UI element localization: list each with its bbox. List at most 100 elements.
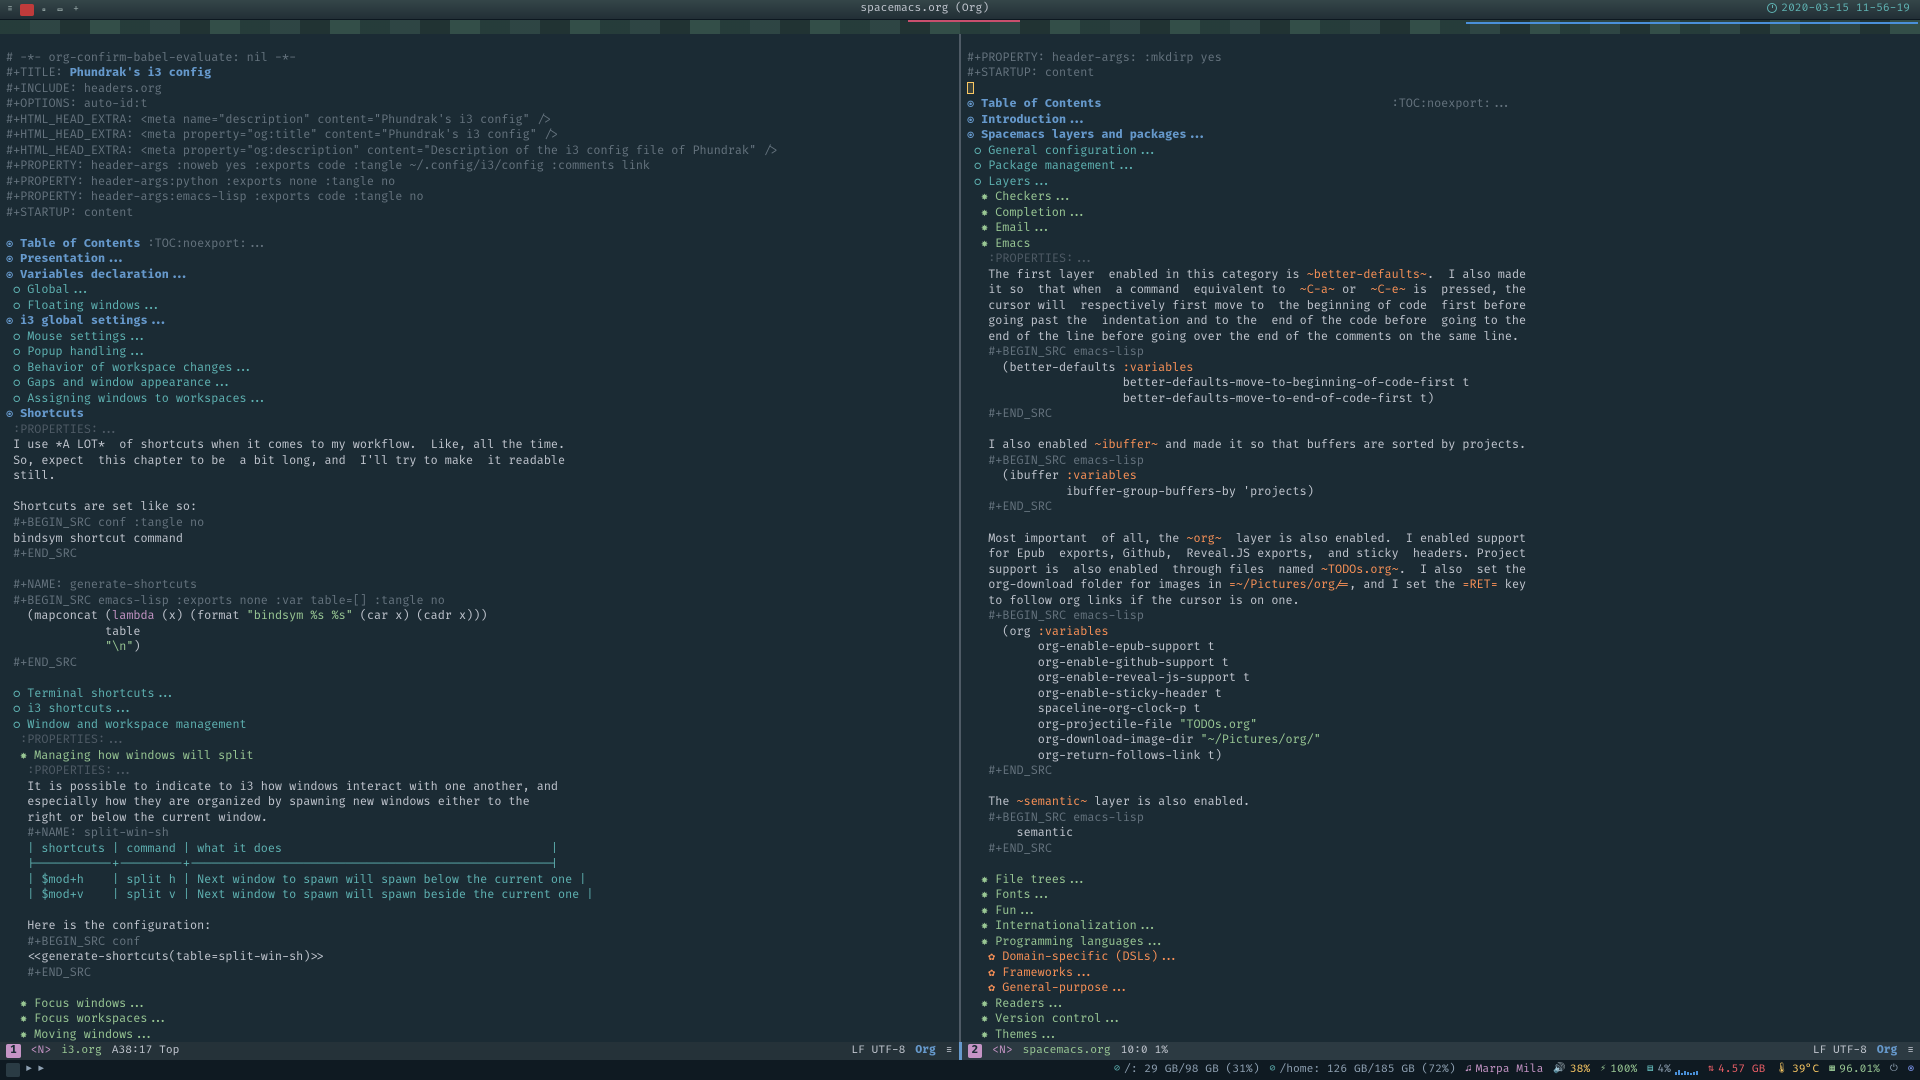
heading-focus-windows[interactable]: Focus windows... — [34, 996, 147, 1011]
new-tab-button[interactable]: + — [70, 4, 82, 16]
disk-icon: ⊘ — [1269, 1063, 1275, 1077]
heading-dsls[interactable]: Domain-specific (DSLs)... — [1002, 949, 1179, 964]
body-text: I use *A LOT* of shortcuts when it comes… — [13, 437, 565, 452]
bullet-icon: ○ — [13, 375, 27, 390]
temperature: 🌡39°C — [1775, 1063, 1819, 1078]
heading-floating[interactable]: Floating windows... — [27, 298, 161, 313]
heading-checkers[interactable]: Checkers... — [995, 189, 1073, 204]
src-line: org-enable-github-support t — [988, 655, 1229, 670]
close-button[interactable] — [20, 4, 34, 16]
bullet-icon: ○ — [13, 701, 27, 716]
heading-fonts[interactable]: Fonts... — [995, 887, 1052, 902]
heading-toc[interactable]: Table of Contents — [981, 96, 1101, 111]
string-literal: "bindsym %s %s" — [247, 608, 353, 623]
heading-emacs[interactable]: Emacs — [995, 236, 1030, 251]
heading-frameworks[interactable]: Frameworks... — [1002, 965, 1094, 980]
disk-icon: ⊘ — [1114, 1063, 1120, 1077]
src-begin: #+BEGIN_SRC emacs-lisp — [988, 608, 1144, 623]
org-html-extra: #+HTML_HEAD_EXTRA: <meta property="og:ti… — [6, 127, 558, 142]
evil-state: <N> — [992, 1044, 1012, 1059]
heading-terminal-shortcuts[interactable]: Terminal shortcuts... — [27, 686, 176, 701]
heading-gaps[interactable]: Gaps and window appearance... — [27, 375, 232, 390]
maximize-button[interactable]: ▭ — [54, 4, 66, 16]
heading-assigning[interactable]: Assigning windows to workspaces... — [27, 391, 268, 406]
heading-completion[interactable]: Completion... — [995, 205, 1087, 220]
properties-drawer[interactable]: :PROPERTIES:... — [13, 422, 119, 437]
heading-moving-windows[interactable]: Moving windows... — [34, 1027, 154, 1042]
power-icon[interactable]: ⏻ — [1890, 1063, 1898, 1077]
kw-variables: :variables — [1123, 360, 1194, 375]
chevron-right-icon[interactable]: ▶ — [38, 1063, 44, 1077]
now-playing[interactable]: ♫Marpa Mila — [1466, 1063, 1544, 1078]
heading-shortcuts[interactable]: Shortcuts — [20, 406, 84, 421]
heading-toc[interactable]: Table of Contents — [20, 236, 140, 251]
heading-intro[interactable]: Introduction... — [981, 112, 1087, 127]
heading-pkg-mgmt[interactable]: Package management... — [988, 158, 1137, 173]
src-line: better-defaults-move-to-beginning-of-cod… — [988, 375, 1469, 390]
code-inline: =RET= — [1462, 577, 1497, 592]
heading-general-config[interactable]: General configuration... — [988, 143, 1158, 158]
bullet-icon: ○ — [974, 158, 988, 173]
modeline-row: 1 <N> i3.org A38:17 Top LF UTF-8 Org ≡ 2… — [0, 1042, 1920, 1060]
heading-general-purpose[interactable]: General-purpose... — [1002, 980, 1129, 995]
heading-window-workspace[interactable]: Window and workspace management — [27, 717, 246, 732]
heading-workspace-behavior[interactable]: Behavior of workspace changes... — [27, 360, 253, 375]
menu-icon[interactable]: ≡ — [946, 1044, 953, 1059]
heading-i18n[interactable]: Internationalization... — [995, 918, 1158, 933]
heading-i3-shortcuts[interactable]: i3 shortcuts... — [27, 701, 133, 716]
right-pane[interactable]: #+PROPERTY: header-args: :mkdirp yes #+S… — [961, 34, 1920, 1042]
heading-layers-sub[interactable]: Layers... — [988, 174, 1052, 189]
left-pane[interactable]: # -*- org-confirm-babel-evaluate: nil -*… — [0, 34, 961, 1042]
body-text: Shortcuts are set like so: — [13, 499, 197, 514]
heading-email[interactable]: Email... — [995, 220, 1052, 235]
heading-global[interactable]: Global... — [27, 282, 91, 297]
heading-layers[interactable]: Spacemacs layers and packages... — [981, 127, 1207, 142]
properties-drawer[interactable]: :PROPERTIES:... — [27, 763, 133, 778]
string-literal: "~/Pictures/org/" — [1201, 732, 1321, 747]
org-title-kw: #+TITLE: — [6, 65, 70, 80]
cpu-icon: ▤ — [1647, 1063, 1653, 1077]
string-literal: "TODOs.org" — [1179, 717, 1257, 732]
workspace-1[interactable] — [6, 1063, 20, 1077]
chevron-right-icon[interactable]: ▶ — [26, 1063, 32, 1077]
heading-file-trees[interactable]: File trees... — [995, 872, 1087, 887]
memory-icon: ▦ — [1829, 1063, 1835, 1077]
battery-icon: ⚡ — [1600, 1063, 1606, 1077]
memory: ▦96.01% — [1829, 1063, 1880, 1078]
org-html-extra: #+HTML_HEAD_EXTRA: <meta property="og:de… — [6, 143, 777, 158]
src-begin: #+BEGIN_SRC conf — [27, 934, 140, 949]
heading-vc[interactable]: Version control... — [995, 1011, 1122, 1026]
bullet-icon: ○ — [974, 174, 988, 189]
org-table-row: | $mod+v | split v | Next window to spaw… — [27, 887, 593, 902]
bullet-icon: ◉ — [6, 251, 20, 266]
src-body: bindsym shortcut command — [13, 531, 183, 546]
src-begin: #+BEGIN_SRC emacs-lisp — [988, 453, 1144, 468]
heading-readers[interactable]: Readers... — [995, 996, 1066, 1011]
properties-drawer[interactable]: :PROPERTIES:... — [988, 251, 1094, 266]
menu-icon[interactable]: ≡ — [1907, 1044, 1914, 1059]
menu-button[interactable]: ≡ — [4, 4, 16, 16]
modeline-left[interactable]: 1 <N> i3.org A38:17 Top LF UTF-8 Org ≡ — [0, 1042, 959, 1060]
properties-drawer[interactable]: :PROPERTIES:... — [20, 732, 126, 747]
code-inline: ~C-e~ — [1370, 282, 1405, 297]
keyword-lambda: lambda — [112, 608, 154, 623]
bullet-icon: ○ — [13, 344, 27, 359]
heading-themes[interactable]: Themes... — [995, 1027, 1059, 1042]
minimize-button[interactable]: ▫ — [38, 4, 50, 16]
heading-popup[interactable]: Popup handling... — [27, 344, 147, 359]
heading-variables[interactable]: Variables declaration... — [20, 267, 190, 282]
heading-focus-workspaces[interactable]: Focus workspaces... — [34, 1011, 168, 1026]
modeline-right[interactable]: 2 <N> spacemacs.org 10:0 1% LF UTF-8 Org… — [959, 1042, 1920, 1060]
heading-prog-langs[interactable]: Programming languages... — [995, 934, 1165, 949]
heading-managing-split[interactable]: Managing how windows will split — [34, 748, 253, 763]
heading-i3-global[interactable]: i3 global settings... — [20, 313, 169, 328]
bullet-icon: ◉ — [6, 406, 20, 421]
heading-mouse[interactable]: Mouse settings... — [27, 329, 147, 344]
heading-fun[interactable]: Fun... — [995, 903, 1037, 918]
code-inline: ~better-defaults~ — [1307, 267, 1427, 282]
heading-presentation[interactable]: Presentation... — [20, 251, 126, 266]
discord-icon[interactable]: ◉ — [1908, 1063, 1914, 1077]
volume[interactable]: 🔊38% — [1553, 1063, 1590, 1078]
string-literal: "\n" — [105, 639, 133, 654]
major-mode: Org — [915, 1044, 935, 1059]
